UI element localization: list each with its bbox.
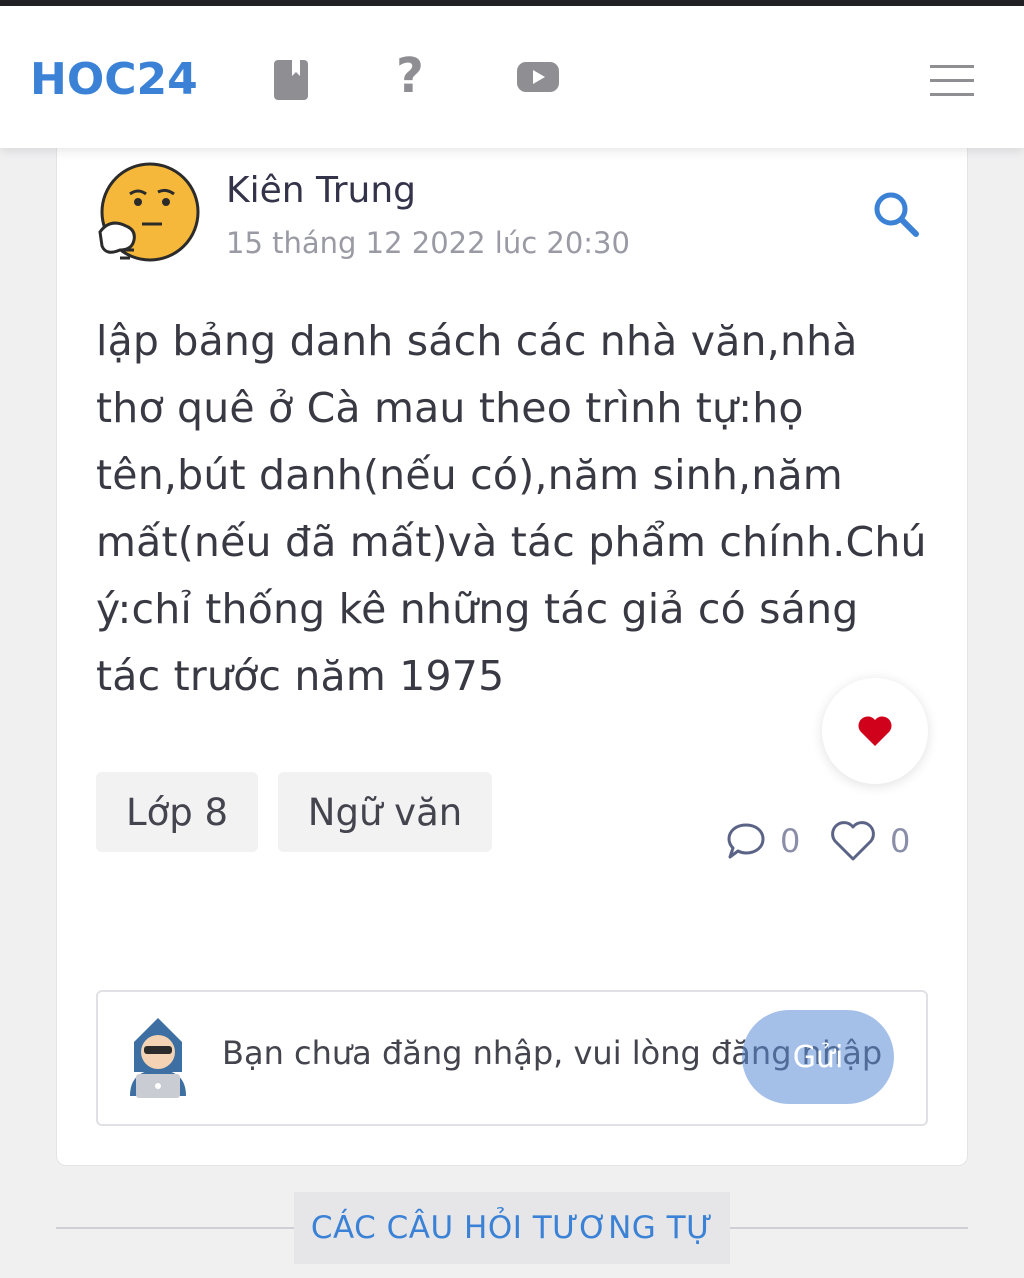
likes-stat[interactable]: 0 (830, 816, 910, 866)
comments-stat[interactable]: 0 (726, 816, 800, 866)
related-questions-heading: CÁC CÂU HỎI TƯƠNG TỰ (294, 1192, 730, 1264)
question-text: lập bảng danh sách các nhà văn,nhà thơ q… (96, 317, 927, 700)
site-logo[interactable]: HOC24 (30, 54, 198, 105)
likes-count: 0 (890, 822, 911, 860)
heart-icon (858, 716, 892, 746)
question-icon[interactable]: ? (396, 52, 424, 100)
top-navbar: HOC24 ? (0, 6, 1024, 148)
guest-avatar (130, 1018, 186, 1098)
tag-grade[interactable]: Lớp 8 (96, 772, 258, 852)
tag-subject[interactable]: Ngữ văn (278, 772, 492, 852)
divider-left (56, 1227, 296, 1229)
menu-icon[interactable] (930, 62, 974, 98)
author-avatar[interactable] (96, 162, 200, 266)
search-icon[interactable] (872, 190, 920, 238)
send-button[interactable]: Gửi (742, 1010, 894, 1104)
heart-outline-icon (831, 821, 875, 861)
author-name[interactable]: Kiên Trung (226, 170, 416, 211)
divider-right (728, 1227, 968, 1229)
video-icon[interactable] (516, 61, 560, 93)
favorite-button[interactable] (822, 678, 928, 784)
book-icon[interactable] (272, 58, 310, 102)
comment-icon (727, 823, 765, 859)
comments-count: 0 (780, 822, 801, 860)
post-date: 15 tháng 12 2022 lúc 20:30 (226, 226, 630, 260)
